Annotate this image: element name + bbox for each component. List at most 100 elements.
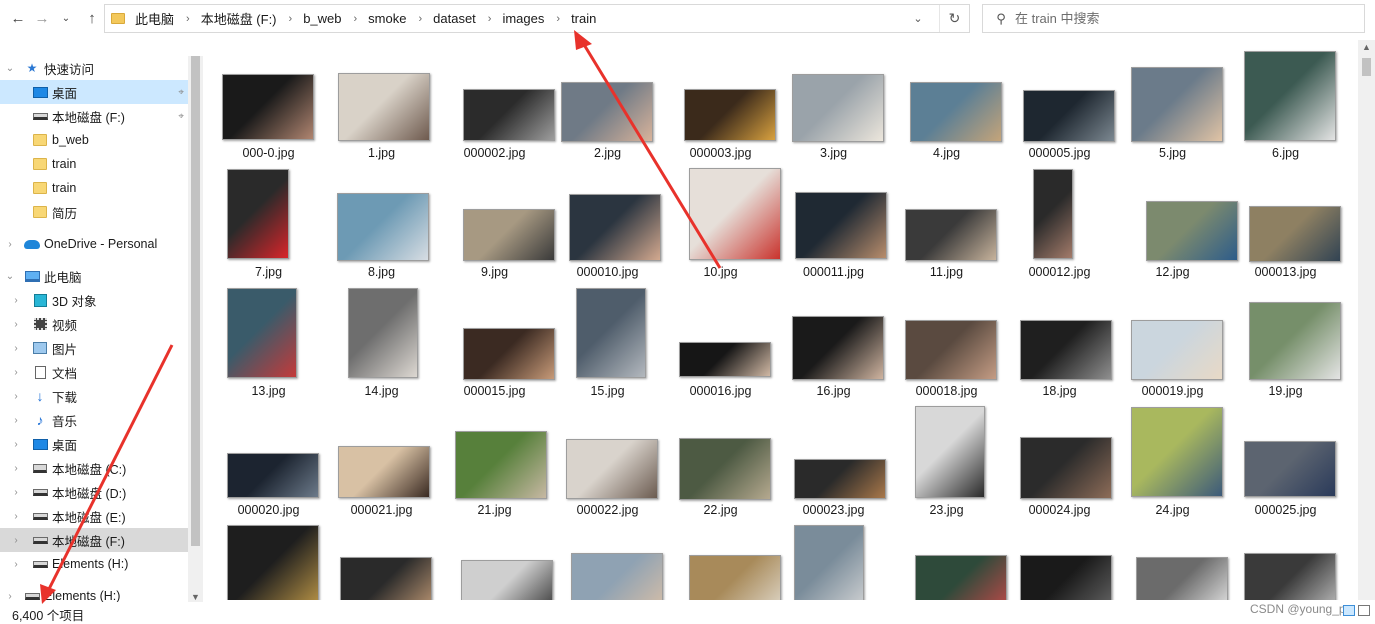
file-item[interactable]: 000002.jpg [438,44,555,163]
sidebar-item[interactable]: 简历 [0,200,188,224]
refresh-icon[interactable]: ↻ [939,5,969,32]
file-item[interactable] [325,520,438,600]
sidebar-item[interactable]: › 桌面 [0,432,188,456]
file-item[interactable]: 000021.jpg [325,401,438,520]
sidebar-item[interactable]: › OneDrive - Personal [0,232,188,256]
breadcrumb-separator-icon[interactable]: › [186,13,190,25]
details-view-icon[interactable] [1343,605,1355,616]
sidebar-item[interactable]: › ↓ 下载 [0,384,188,408]
file-item[interactable]: 000005.jpg [1003,44,1116,163]
file-item[interactable]: 000023.jpg [777,401,890,520]
file-item[interactable]: 1.jpg [325,44,438,163]
chevron-right-icon[interactable]: › [10,343,22,354]
sidebar-item[interactable]: train [0,152,188,176]
chevron-right-icon[interactable]: › [10,319,22,330]
breadcrumb-segment[interactable]: images › [502,5,571,32]
breadcrumb-segment[interactable]: 本地磁盘 (F:) › [201,5,304,32]
large-icons-view-icon[interactable] [1358,605,1370,616]
file-item[interactable]: 18.jpg [1003,282,1116,401]
file-item[interactable]: 14.jpg [325,282,438,401]
file-item[interactable]: 000010.jpg [551,163,664,282]
chevron-right-icon[interactable]: › [10,295,22,306]
file-item[interactable]: 000015.jpg [438,282,555,401]
sidebar-item[interactable]: › 本地磁盘 (C:) [0,456,188,480]
search-input[interactable] [1015,11,1335,26]
scrollbar-thumb[interactable] [1362,58,1371,76]
file-item[interactable]: 22.jpg [664,401,777,520]
content-scrollbar[interactable]: ▲ [1358,40,1375,600]
file-item[interactable]: 21.jpg [438,401,551,520]
breadcrumb-segment[interactable]: smoke › [368,5,433,32]
chevron-down-icon[interactable]: ⌄ [4,63,16,74]
file-item[interactable]: 2.jpg [551,44,664,163]
file-item[interactable] [438,520,553,600]
sidebar-item[interactable]: › 3D 对象 [0,288,188,312]
sidebar-item[interactable]: › Elements (H:) [0,552,188,576]
file-item[interactable] [777,520,890,600]
file-item[interactable]: 000018.jpg [890,282,1003,401]
file-item[interactable]: 12.jpg [1116,163,1238,282]
address-bar[interactable]: 此电脑 › 本地磁盘 (F:) › b_web › smoke › dataset › images… [104,4,970,33]
chevron-right-icon[interactable]: › [10,415,22,426]
sidebar-item[interactable]: › ♪ 音乐 [0,408,188,432]
sidebar-item[interactable]: › 本地磁盘 (D:) [0,480,188,504]
file-item[interactable]: 000011.jpg [777,163,890,282]
breadcrumb-segment[interactable]: dataset › [433,5,502,32]
breadcrumb-separator-icon[interactable]: › [418,13,422,25]
file-item[interactable]: 000-0.jpg [212,44,325,163]
file-item[interactable] [1229,520,1342,600]
file-item[interactable]: 000003.jpg [664,44,777,163]
file-item[interactable] [212,520,325,600]
file-item[interactable]: 000016.jpg [664,282,777,401]
file-item[interactable]: 000013.jpg [1229,163,1342,282]
chevron-right-icon[interactable]: › [4,239,16,250]
chevron-right-icon[interactable]: › [10,511,22,522]
chevron-down-icon[interactable]: ⌄ [4,271,16,282]
up-arrow-icon[interactable]: ↑ [81,6,103,30]
file-item[interactable]: 23.jpg [890,401,1003,520]
file-item[interactable]: 7.jpg [212,163,325,282]
recent-locations-chevron-icon[interactable]: ⌄ [58,6,74,30]
chevron-right-icon[interactable]: › [10,559,22,570]
file-item[interactable]: 19.jpg [1229,282,1342,401]
chevron-right-icon[interactable]: › [10,463,22,474]
search-box[interactable]: ⚲ [982,4,1365,33]
sidebar-item[interactable]: ⌄ ★ 快速访问 [0,56,188,80]
chevron-right-icon[interactable]: › [10,487,22,498]
file-item[interactable] [890,520,1007,600]
scrollbar-thumb[interactable] [191,56,200,546]
breadcrumb-separator-icon[interactable]: › [354,13,358,25]
sidebar-item[interactable]: b_web [0,128,188,152]
file-item[interactable]: 4.jpg [890,44,1003,163]
file-item[interactable]: 000012.jpg [1003,163,1116,282]
breadcrumb-separator-icon[interactable]: › [556,13,560,25]
sidebar-item[interactable]: › 文档 [0,360,188,384]
breadcrumb-separator-icon[interactable]: › [289,13,293,25]
scroll-down-arrow-icon[interactable]: ▼ [188,592,203,602]
chevron-down-icon[interactable]: ⌄ [909,5,927,32]
file-item[interactable]: 15.jpg [551,282,664,401]
breadcrumb-separator-icon[interactable]: › [488,13,492,25]
file-item[interactable]: 000020.jpg [212,401,325,520]
file-item[interactable]: 16.jpg [777,282,890,401]
navigation-scrollbar[interactable]: ▼ [188,56,203,604]
file-item[interactable]: 13.jpg [212,282,325,401]
back-arrow-icon[interactable]: ← [7,6,29,30]
sidebar-item[interactable]: › 视频 [0,312,188,336]
sidebar-item[interactable]: › 图片 [0,336,188,360]
file-item[interactable]: 5.jpg [1116,44,1229,163]
breadcrumb-segment[interactable]: b_web › [303,5,368,32]
chevron-right-icon[interactable]: › [10,391,22,402]
sidebar-item[interactable]: 桌面 ⌖ [0,80,188,104]
sidebar-item[interactable]: ⌄ 此电脑 [0,264,188,288]
forward-arrow-icon[interactable]: → [31,6,53,30]
file-item[interactable]: 000024.jpg [1003,401,1116,520]
scroll-up-arrow-icon[interactable]: ▲ [1358,42,1375,52]
chevron-right-icon[interactable]: › [10,367,22,378]
file-item[interactable]: 9.jpg [438,163,555,282]
file-item[interactable]: 11.jpg [890,163,1003,282]
file-item[interactable]: 000025.jpg [1229,401,1342,520]
file-item[interactable] [551,520,664,600]
breadcrumb-segment[interactable]: 此电脑 › [135,5,201,32]
chevron-right-icon[interactable]: › [10,439,22,450]
